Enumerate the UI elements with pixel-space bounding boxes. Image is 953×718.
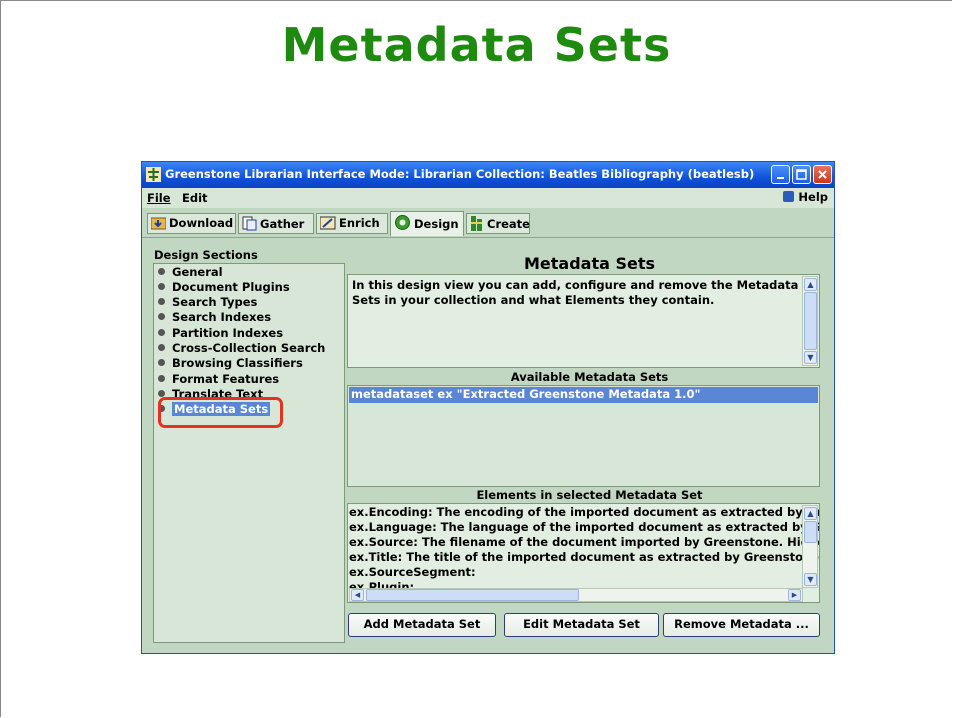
slide-title: Metadata Sets [281, 18, 672, 72]
enrich-icon [319, 216, 336, 230]
highlight-callout [158, 397, 283, 428]
section-search-types[interactable]: Search Types [158, 295, 257, 310]
section-general[interactable]: General [158, 265, 223, 280]
add-metadata-set-button[interactable]: Add Metadata Set [348, 613, 496, 637]
glI-window: Greenstone Librarian Interface Mode: Lib… [141, 161, 835, 654]
menu-help[interactable]: Help [783, 190, 828, 204]
elements-hscrollbar[interactable]: ◀ ▶ [349, 588, 803, 602]
download-icon [150, 217, 167, 230]
bullet-icon [158, 268, 165, 275]
section-cross-collection-search[interactable]: Cross-Collection Search [158, 341, 325, 356]
close-button[interactable] [813, 165, 832, 184]
tab-enrich-label: Enrich [339, 216, 380, 230]
minimize-icon [777, 177, 784, 179]
edit-button-label: Edit Metadata Set [523, 617, 640, 631]
tab-gather[interactable]: Gather [238, 213, 314, 234]
scroll-down-icon[interactable]: ▼ [804, 351, 817, 364]
section-label: Translate Text [172, 387, 264, 397]
section-label: General [172, 265, 223, 279]
title-bar[interactable]: Greenstone Librarian Interface Mode: Lib… [142, 162, 834, 188]
panel-title: Metadata Sets [523, 254, 656, 273]
scroll-up-icon[interactable]: ▲ [804, 278, 817, 291]
remove-button-label: Remove Metadata ... [674, 617, 809, 631]
bullet-icon [158, 359, 165, 366]
design-gear-icon [395, 215, 410, 230]
tab-enrich[interactable]: Enrich [316, 213, 388, 234]
section-partition-indexes[interactable]: Partition Indexes [158, 326, 283, 341]
section-label: Document Plugins [172, 280, 290, 294]
description-box: In this design view you can add, configu… [347, 274, 820, 368]
minimize-button[interactable] [771, 165, 790, 184]
element-item[interactable]: ex.SourceSegment: [349, 565, 476, 579]
tab-create-label: Create [487, 217, 530, 231]
section-format-features[interactable]: Format Features [158, 372, 279, 387]
elements-vscrollbar[interactable]: ▲ ▼ [802, 505, 818, 588]
bullet-icon [158, 298, 165, 305]
available-sets-heading: Available Metadata Sets [510, 370, 669, 384]
maximize-button[interactable] [792, 165, 811, 184]
create-icon [471, 216, 482, 231]
tab-download[interactable]: Download [147, 213, 236, 234]
scroll-up-icon[interactable]: ▲ [804, 507, 817, 520]
bullet-icon [158, 344, 165, 351]
bullet-icon [158, 329, 165, 336]
element-item[interactable]: ex.Encoding: The encoding of the importe… [349, 505, 819, 519]
tab-gather-label: Gather [260, 217, 305, 231]
tab-download-label: Download [169, 216, 234, 230]
window-title: Greenstone Librarian Interface Mode: Lib… [165, 167, 755, 181]
scroll-right-icon[interactable]: ▶ [788, 589, 801, 601]
section-search-indexes[interactable]: Search Indexes [158, 310, 271, 325]
scroll-thumb[interactable] [804, 521, 817, 543]
scroll-left-icon[interactable]: ◀ [351, 589, 364, 601]
description-text: In this design view you can add, configu… [352, 278, 799, 307]
available-sets-list: metadataset ex "Extracted Greenstone Met… [347, 385, 820, 487]
close-icon [818, 170, 827, 179]
scroll-down-icon[interactable]: ▼ [804, 573, 817, 586]
tab-design-label: Design [414, 217, 459, 231]
design-sections-list: General Document Plugins Search Types Se… [153, 263, 345, 643]
elements-heading: Elements in selected Metadata Set [476, 488, 703, 502]
design-sections-heading: Design Sections [154, 248, 258, 262]
elements-list: ex.Encoding: The encoding of the importe… [347, 503, 820, 603]
menu-file[interactable]: File [147, 191, 171, 205]
section-document-plugins[interactable]: Document Plugins [158, 280, 290, 295]
tab-create[interactable]: Create [466, 213, 530, 234]
element-item[interactable]: ex.Source: The filename of the document … [349, 535, 819, 549]
section-label: Format Features [172, 372, 280, 386]
add-button-label: Add Metadata Set [363, 617, 481, 631]
scroll-thumb[interactable] [804, 292, 817, 350]
bullet-icon [158, 390, 165, 397]
element-item[interactable]: ex.Plugin: [349, 580, 414, 588]
bullet-icon [158, 283, 165, 290]
tab-bar: Download Gather Enrich Design Create [142, 209, 834, 238]
element-item[interactable]: ex.Language: The language of the importe… [349, 520, 819, 534]
greenstone-app-icon [146, 167, 161, 182]
edit-metadata-set-button[interactable]: Edit Metadata Set [504, 613, 659, 637]
section-translate-text[interactable]: Translate Text [158, 387, 263, 397]
element-item[interactable]: ex.Title: The title of the imported docu… [349, 550, 819, 564]
gather-icon [242, 216, 257, 231]
description-scrollbar[interactable]: ▲ ▼ [802, 276, 818, 366]
remove-metadata-set-button[interactable]: Remove Metadata ... [663, 613, 820, 637]
section-label: Cross-Collection Search [172, 341, 326, 355]
section-label: Browsing Classifiers [172, 356, 303, 370]
scroll-thumb[interactable] [366, 589, 579, 601]
menu-help-label: Help [798, 190, 828, 204]
menu-bar: File Edit Help [142, 188, 834, 208]
help-icon [783, 191, 795, 202]
menu-edit[interactable]: Edit [182, 191, 208, 205]
section-browsing-classifiers[interactable]: Browsing Classifiers [158, 356, 303, 371]
maximize-icon [796, 169, 807, 180]
section-label: Partition Indexes [172, 326, 284, 340]
metadata-set-item[interactable]: metadataset ex "Extracted Greenstone Met… [349, 387, 818, 403]
bullet-icon [158, 313, 165, 320]
section-label: Search Indexes [172, 310, 272, 324]
bullet-icon [158, 375, 165, 382]
tab-design[interactable]: Design [390, 211, 464, 236]
section-label: Search Types [172, 295, 258, 309]
